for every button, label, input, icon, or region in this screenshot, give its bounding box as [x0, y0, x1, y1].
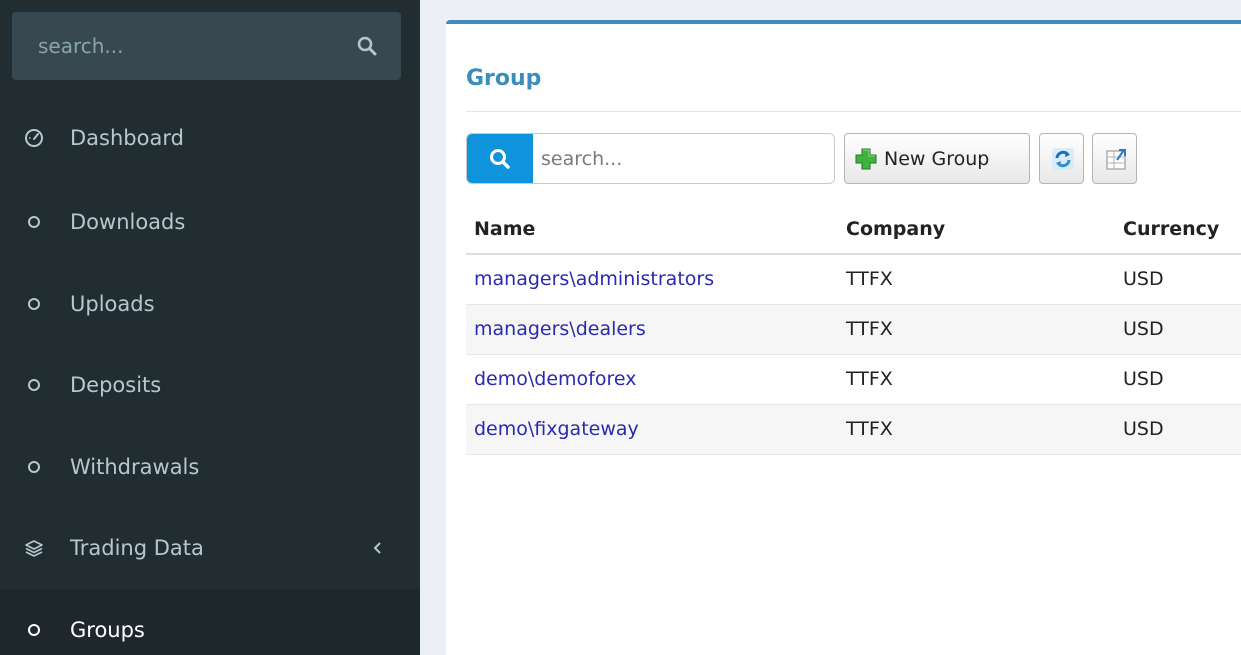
refresh-icon: [1052, 148, 1074, 170]
company-cell: TTFX: [838, 354, 1115, 405]
circle-icon: [22, 379, 46, 391]
sidebar-item-label: Uploads: [70, 292, 155, 316]
refresh-button[interactable]: [1039, 133, 1084, 184]
column-header-company[interactable]: Company: [838, 204, 1115, 255]
group-panel: Group New Group: [446, 20, 1241, 655]
export-icon: [1106, 149, 1126, 170]
group-name-link[interactable]: managers\administrators: [474, 268, 714, 290]
sidebar: Dashboard Downloads Uploads Deposits Wit…: [0, 0, 420, 655]
sidebar-search-input[interactable]: [12, 12, 342, 80]
circle-icon: [22, 624, 46, 636]
sidebar-item-label: Downloads: [70, 210, 186, 234]
group-search: [466, 133, 835, 184]
search-icon: [490, 149, 510, 169]
search-icon[interactable]: [357, 36, 377, 56]
group-name-link[interactable]: demo\demoforex: [474, 368, 636, 390]
table-row[interactable]: demo\fixgateway TTFX USD: [466, 404, 1241, 455]
page-title: Group: [466, 66, 542, 91]
table-row[interactable]: managers\dealers TTFX USD: [466, 304, 1241, 355]
sidebar-search: [12, 12, 401, 80]
company-cell: TTFX: [838, 404, 1115, 455]
sidebar-item-label: Trading Data: [70, 536, 204, 560]
sidebar-item-label: Withdrawals: [70, 455, 200, 479]
export-button[interactable]: [1092, 133, 1137, 184]
sidebar-item-groups[interactable]: Groups: [0, 589, 420, 655]
search-button[interactable]: [467, 134, 533, 183]
company-cell: TTFX: [838, 254, 1115, 305]
dashboard-icon: [22, 128, 46, 148]
currency-cell: USD: [1115, 304, 1241, 355]
sidebar-item-deposits[interactable]: Deposits: [0, 344, 420, 426]
sidebar-item-trading-data[interactable]: Trading Data: [0, 507, 420, 589]
currency-cell: USD: [1115, 254, 1241, 305]
new-group-button[interactable]: New Group: [844, 133, 1030, 184]
currency-cell: USD: [1115, 354, 1241, 405]
sidebar-item-label: Deposits: [70, 373, 162, 397]
sidebar-item-uploads[interactable]: Uploads: [0, 263, 420, 345]
column-header-currency[interactable]: Currency: [1115, 204, 1241, 255]
sidebar-item-withdrawals[interactable]: Withdrawals: [0, 426, 420, 508]
sidebar-item-downloads[interactable]: Downloads: [0, 181, 420, 263]
layers-icon: [22, 538, 46, 558]
sidebar-item-label: Groups: [70, 618, 145, 642]
sidebar-item-dashboard[interactable]: Dashboard: [0, 97, 420, 179]
circle-icon: [22, 216, 46, 228]
group-name-link[interactable]: demo\fixgateway: [474, 418, 639, 440]
chevron-left-icon: [373, 542, 381, 554]
circle-icon: [22, 298, 46, 310]
table-row[interactable]: managers\administrators TTFX USD: [466, 254, 1241, 305]
circle-icon: [22, 461, 46, 473]
new-group-label: New Group: [884, 147, 990, 170]
group-name-link[interactable]: managers\dealers: [474, 318, 646, 340]
table-row[interactable]: demo\demoforex TTFX USD: [466, 354, 1241, 405]
column-header-name[interactable]: Name: [466, 204, 838, 255]
search-input[interactable]: [533, 134, 833, 183]
groups-table: Name Company Currency managers\administr…: [466, 204, 1241, 455]
table-header-row: Name Company Currency: [466, 204, 1241, 255]
plus-icon: [855, 148, 877, 169]
divider: [466, 111, 1241, 112]
sidebar-item-label: Dashboard: [70, 126, 184, 150]
currency-cell: USD: [1115, 404, 1241, 455]
company-cell: TTFX: [838, 304, 1115, 355]
